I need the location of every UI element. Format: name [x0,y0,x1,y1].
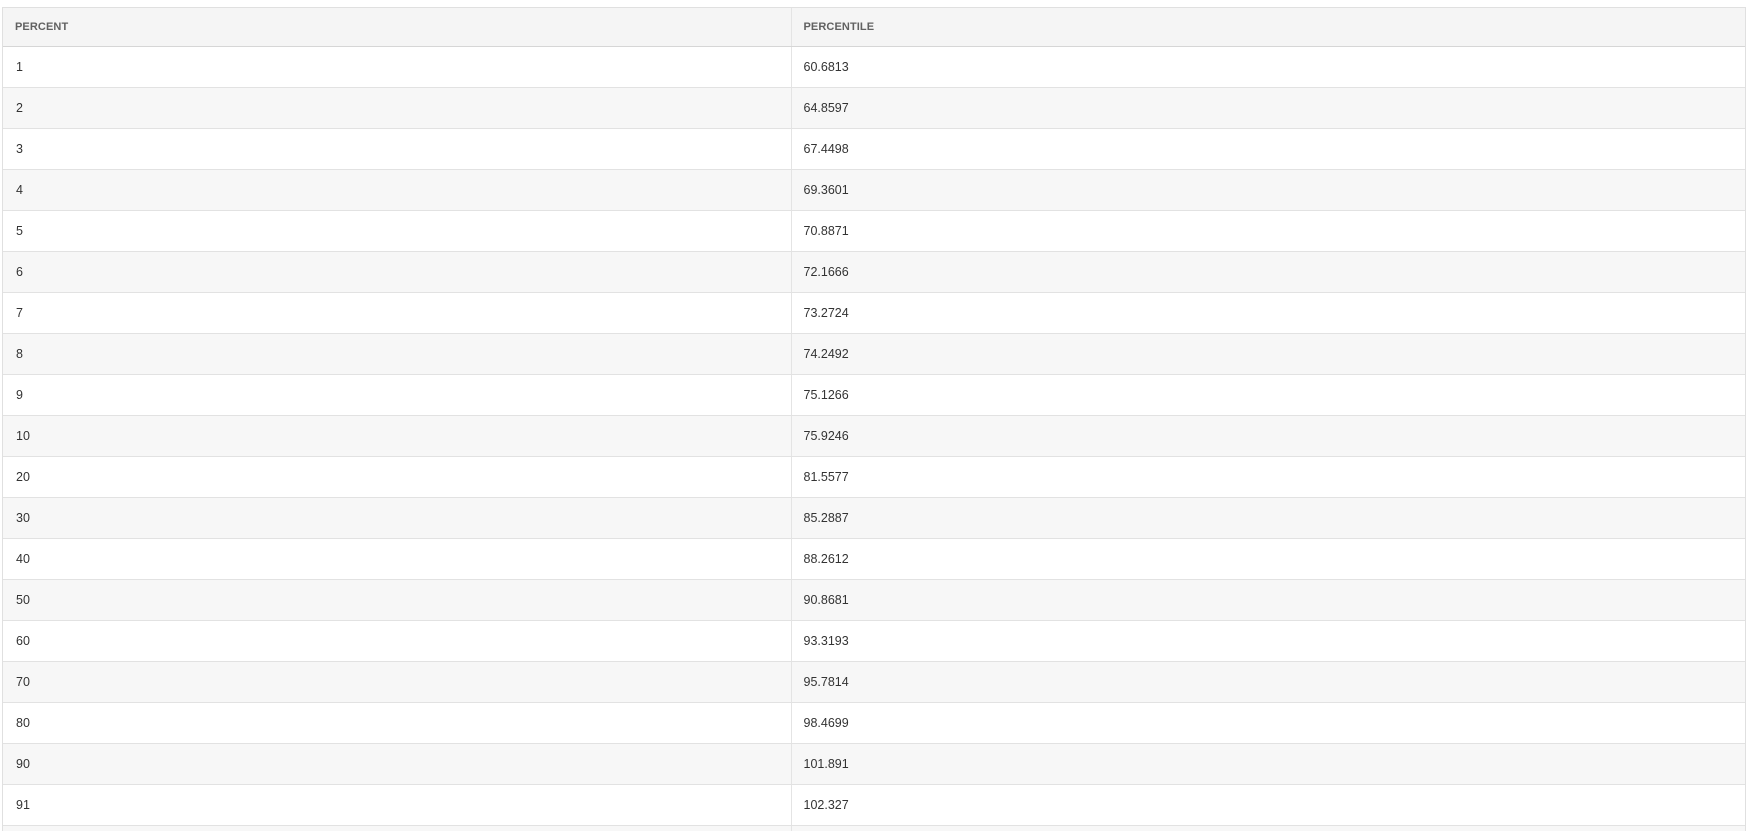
table-row: 6 72.1666 [3,251,1745,293]
cell-percent: 50 [3,579,791,621]
table-row: 3 67.4498 [3,128,1745,170]
table-row: 10 75.9246 [3,415,1745,457]
cell-percentile: 85.2887 [790,497,1745,539]
cell-percent: 90 [3,743,791,785]
cell-percentile: 64.8597 [790,87,1745,129]
table-row: 80 98.4699 [3,702,1745,744]
cell-percent: 30 [3,497,791,539]
table-row: 5 70.8871 [3,210,1745,252]
cell-percent: 2 [3,87,791,129]
cell-percent: 4 [3,169,791,211]
cell-percent: 7 [3,292,791,334]
cell-percent: 20 [3,456,791,498]
cell-percent: 1 [3,46,791,88]
cell-percentile: 72.1666 [790,251,1745,293]
cell-percentile [790,825,1745,831]
cell-percentile: 98.4699 [790,702,1745,744]
table-row: 40 88.2612 [3,538,1745,580]
cell-percentile: 95.7814 [790,661,1745,703]
cell-percentile: 73.2724 [790,292,1745,334]
cell-percent: 5 [3,210,791,252]
cell-percent: 3 [3,128,791,170]
cell-percentile: 81.5577 [790,456,1745,498]
table-header-row: PERCENT PERCENTILE [3,8,1745,47]
table-row: 9 75.1266 [3,374,1745,416]
cell-percent: 8 [3,333,791,375]
column-header-percentile[interactable]: PERCENTILE [790,8,1745,47]
cell-percent: 10 [3,415,791,457]
cell-percent: 80 [3,702,791,744]
cell-percentile: 60.6813 [790,46,1745,88]
cell-percentile: 75.1266 [790,374,1745,416]
table-row: 2 64.8597 [3,87,1745,129]
cell-percentile: 102.327 [790,784,1745,826]
cell-percent: 6 [3,251,791,293]
cell-percentile: 93.3193 [790,620,1745,662]
table-row: 20 81.5577 [3,456,1745,498]
cell-percent: 91 [3,784,791,826]
column-header-percent[interactable]: PERCENT [3,8,791,47]
table-body: 1 60.6813 2 64.8597 3 67.4498 4 69.3601 5 70.8871… [3,46,1745,831]
results-table-container[interactable]: PERCENT PERCENTILE 1 60.6813 2 64.8597 3 67.4… [2,7,1746,831]
table-row: 4 69.3601 [3,169,1745,211]
cell-percentile: 67.4498 [790,128,1745,170]
cell-percent: 40 [3,538,791,580]
cell-percentile: 75.9246 [790,415,1745,457]
table-row: 7 73.2724 [3,292,1745,334]
table-row: 50 90.8681 [3,579,1745,621]
cell-percentile: 70.8871 [790,210,1745,252]
cell-percent: 60 [3,620,791,662]
cell-percentile: 69.3601 [790,169,1745,211]
table-row: 70 95.7814 [3,661,1745,703]
cell-percentile: 90.8681 [790,579,1745,621]
cell-percent: 70 [3,661,791,703]
cell-percent: 9 [3,374,791,416]
table-row: 30 85.2887 [3,497,1745,539]
results-table: PERCENT PERCENTILE 1 60.6813 2 64.8597 3 67.4… [3,8,1745,831]
table-row [3,825,1745,831]
table-row: 1 60.6813 [3,46,1745,88]
cell-percent [3,825,791,831]
table-row: 90 101.891 [3,743,1745,785]
cell-percentile: 101.891 [790,743,1745,785]
table-row: 60 93.3193 [3,620,1745,662]
table-row: 91 102.327 [3,784,1745,826]
cell-percentile: 74.2492 [790,333,1745,375]
cell-percentile: 88.2612 [790,538,1745,580]
table-row: 8 74.2492 [3,333,1745,375]
